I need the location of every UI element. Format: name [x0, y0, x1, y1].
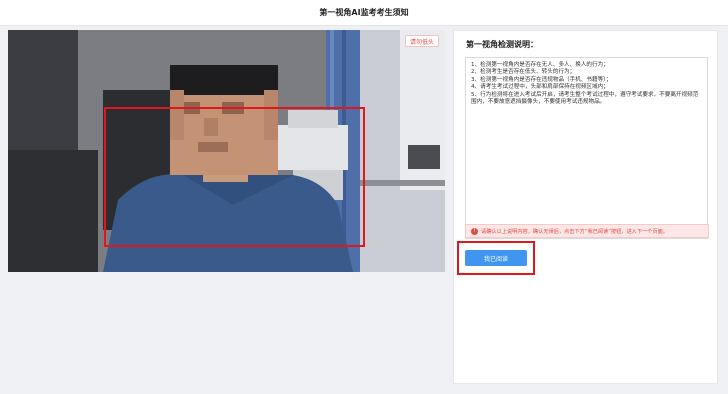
confirm-notice: ! 请确认以上说明内容，确认无误后，点击下方“我已阅读”按钮，进入下一个页面。	[465, 224, 709, 238]
instructions-panel: 第一视角检测说明： 1、检测第一视角内是否存在无人、多人、换人的行为； 2、检测…	[453, 30, 718, 384]
page-header: 第一视角AI监考考生须知	[0, 0, 728, 26]
rule-line: 2、检测考生是否存在低头、转头的行为；	[471, 69, 576, 76]
rule-line: 5、行为检测将在进入考试后开启，请考生整个考试过程中，遵守考试要求，不要离开视频…	[471, 91, 699, 106]
rules-text-box[interactable]: 1、检测第一视角内是否存在无人、多人、换人的行为； 2、检测考生是否存在低头、转…	[465, 57, 708, 239]
notice-text: 请确认以上说明内容，确认无误后，点击下方“我已阅读”按钮，进入下一个页面。	[481, 228, 668, 235]
switch-camera-button[interactable]: 请勿低头	[405, 35, 439, 47]
instructions-title: 第一视角检测说明：	[466, 40, 538, 49]
confirm-read-button[interactable]: 我已阅读	[465, 250, 527, 266]
camera-preview	[8, 30, 445, 272]
page-title: 第一视角AI监考考生须知	[319, 8, 409, 17]
rule-line: 4、请考生考试过程中，头部和肩部保持在视频区域内；	[471, 84, 609, 91]
face-detection-box	[104, 107, 365, 247]
warning-icon: !	[471, 227, 478, 235]
